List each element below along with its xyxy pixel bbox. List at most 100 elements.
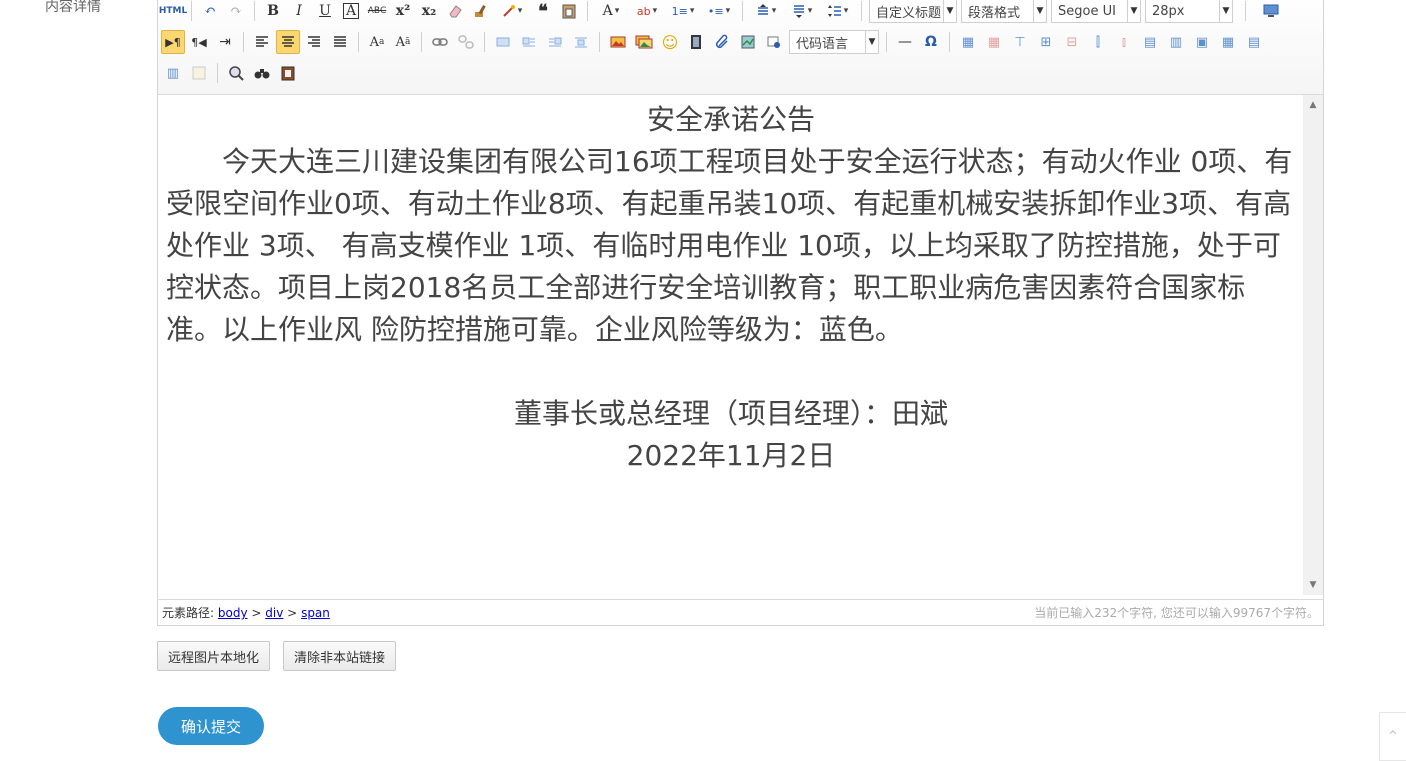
multi-image-icon[interactable] [632, 30, 656, 54]
chevron-down-icon: ▼ [1033, 0, 1046, 22]
bold-icon[interactable]: B [261, 0, 285, 23]
delete-table-icon[interactable]: ▦ [982, 30, 1006, 54]
row-spacing-top-icon[interactable] [749, 0, 783, 23]
element-path-label: 元素路径: [162, 606, 215, 620]
merge-down-icon[interactable]: ▣ [1190, 30, 1214, 54]
strikethrough-icon[interactable]: ABC [365, 0, 389, 23]
direction-rtl-icon[interactable]: ¶◀ [187, 30, 211, 54]
direction-ltr-icon[interactable]: ▶¶ [161, 30, 185, 54]
toolbar-separator [217, 63, 218, 83]
html-source-button[interactable]: HTML [159, 0, 187, 23]
cell-background-icon[interactable] [187, 61, 211, 85]
special-char-icon[interactable]: Ω [919, 30, 943, 54]
toolbar-separator [254, 1, 255, 21]
insert-col-icon[interactable]: ⫿ [1086, 30, 1110, 54]
align-right-icon[interactable] [302, 30, 326, 54]
chevron-down-icon: ▼ [943, 0, 956, 22]
code-language-select[interactable]: 代码语言 ▼ [789, 30, 879, 54]
row-spacing-bottom-icon[interactable] [785, 0, 819, 23]
unordered-list-icon[interactable]: •≡ [702, 0, 736, 23]
confirm-submit-button[interactable]: 确认提交 [158, 707, 264, 745]
toolbar-row-3: ▥ [160, 59, 301, 87]
highlight-color-icon[interactable]: ab [630, 0, 664, 23]
element-path-span-link[interactable]: span [301, 606, 330, 620]
emoticon-icon[interactable]: ☺ [658, 30, 682, 54]
element-path-body-link[interactable]: body [218, 606, 248, 620]
search-replace-icon[interactable] [250, 61, 274, 85]
superscript-icon[interactable]: x² [391, 0, 415, 23]
image-right-icon[interactable] [543, 30, 567, 54]
scroll-down-icon[interactable]: ▼ [1303, 577, 1323, 593]
toolbar-separator [742, 1, 743, 21]
frame-icon[interactable] [762, 30, 786, 54]
element-path-separator: > [251, 606, 262, 620]
lowercase-icon[interactable]: Aā [391, 30, 415, 54]
element-path-div-link[interactable]: div [265, 606, 283, 620]
toolbar-row-2: ▶¶ ¶◀ ⇥ Aa Aā ☺ 代码语言 ▼ — Ω ▦ ▦ ⊤ ⊞ ⊟ ⫿ ⫾… [160, 28, 1267, 56]
italic-icon[interactable]: I [287, 0, 311, 23]
split-cols-icon[interactable]: ▥ [161, 61, 185, 85]
uppercase-icon[interactable]: Aa [365, 30, 389, 54]
image-left-icon[interactable] [517, 30, 541, 54]
toolbar-separator [587, 1, 588, 21]
split-rows-icon[interactable]: ▤ [1242, 30, 1266, 54]
clear-external-links-button[interactable]: 清除非本站链接 [283, 641, 397, 671]
eraser-icon[interactable] [443, 0, 467, 23]
insert-row-icon[interactable]: ⊞ [1034, 30, 1058, 54]
delete-col-icon[interactable]: ⫾ [1112, 30, 1136, 54]
split-cells-icon[interactable]: ▦ [1216, 30, 1240, 54]
blockquote-icon[interactable]: ❝ [531, 0, 555, 23]
element-path: 元素路径: body > div > span [162, 604, 330, 621]
link-icon[interactable] [428, 30, 452, 54]
line-height-icon[interactable] [821, 0, 855, 23]
font-color-icon[interactable]: A [594, 0, 628, 23]
align-justify-icon[interactable] [328, 30, 352, 54]
horizontal-rule-icon[interactable]: — [893, 30, 917, 54]
notice-body: 今天大连三川建设集团有限公司16项工程项目处于安全运行状态；有动火作业 0项、有… [166, 145, 1293, 346]
content-detail-label: 内容详情 [45, 0, 101, 15]
font-family-select[interactable]: Segoe UI ▼ [1051, 0, 1141, 23]
chevron-down-icon: ▼ [1219, 0, 1232, 22]
localize-images-button[interactable]: 远程图片本地化 [157, 641, 271, 671]
indent-icon[interactable]: ⇥ [213, 30, 237, 54]
map-icon[interactable] [736, 30, 760, 54]
paragraph-format-select[interactable]: 段落格式 ▼ [961, 0, 1047, 23]
fullscreen-icon[interactable] [1259, 0, 1283, 23]
toolbar-row-1: HTML ↶ ↷ B I U A ABC x² x₂ ❝ [159, 0, 1284, 25]
insert-table-icon[interactable]: ▦ [956, 30, 980, 54]
insert-paragraph-before-table-icon[interactable]: ⊤ [1008, 30, 1032, 54]
preview-icon[interactable] [224, 61, 248, 85]
attachment-icon[interactable] [710, 30, 734, 54]
font-border-glyph: A [342, 3, 360, 19]
chevron-down-icon: ▼ [865, 31, 878, 53]
code-language-value: 代码语言 [796, 36, 849, 52]
element-path-separator: > [287, 606, 298, 620]
ordered-list-icon[interactable]: 1≡ [666, 0, 700, 23]
align-left-icon[interactable] [250, 30, 274, 54]
editor-scrollbar[interactable]: ▲ ▼ [1303, 95, 1323, 595]
subscript-icon[interactable]: x₂ [417, 0, 441, 23]
font-size-select[interactable]: 28px ▼ [1145, 0, 1233, 23]
scroll-up-icon[interactable]: ▲ [1303, 97, 1323, 113]
align-center-icon[interactable] [276, 30, 300, 54]
merge-cells-icon[interactable]: ▤ [1138, 30, 1162, 54]
underline-icon[interactable]: U [313, 0, 337, 23]
editor-content-area[interactable]: 安全承诺公告 今天大连三川建设集团有限公司16项工程项目处于安全运行状态；有动火… [158, 95, 1304, 595]
merge-right-icon[interactable]: ▥ [1164, 30, 1188, 54]
delete-row-icon[interactable]: ⊟ [1060, 30, 1084, 54]
redo-icon[interactable]: ↷ [224, 0, 248, 23]
drafts-icon[interactable] [276, 61, 300, 85]
paste-plain-icon[interactable] [557, 0, 581, 23]
toolbar-separator [421, 32, 422, 52]
custom-heading-select[interactable]: 自定义标题 ▼ [869, 0, 957, 23]
image-none-icon[interactable] [491, 30, 515, 54]
format-painter-icon[interactable] [469, 0, 493, 23]
insert-video-icon[interactable] [684, 30, 708, 54]
auto-format-icon[interactable] [495, 0, 529, 23]
font-border-icon[interactable]: A [339, 0, 363, 23]
back-to-top-icon[interactable]: ⌃ [1379, 712, 1406, 761]
undo-icon[interactable]: ↶ [198, 0, 222, 23]
image-center-icon[interactable] [569, 30, 593, 54]
unlink-icon[interactable] [454, 30, 478, 54]
insert-image-icon[interactable] [606, 30, 630, 54]
